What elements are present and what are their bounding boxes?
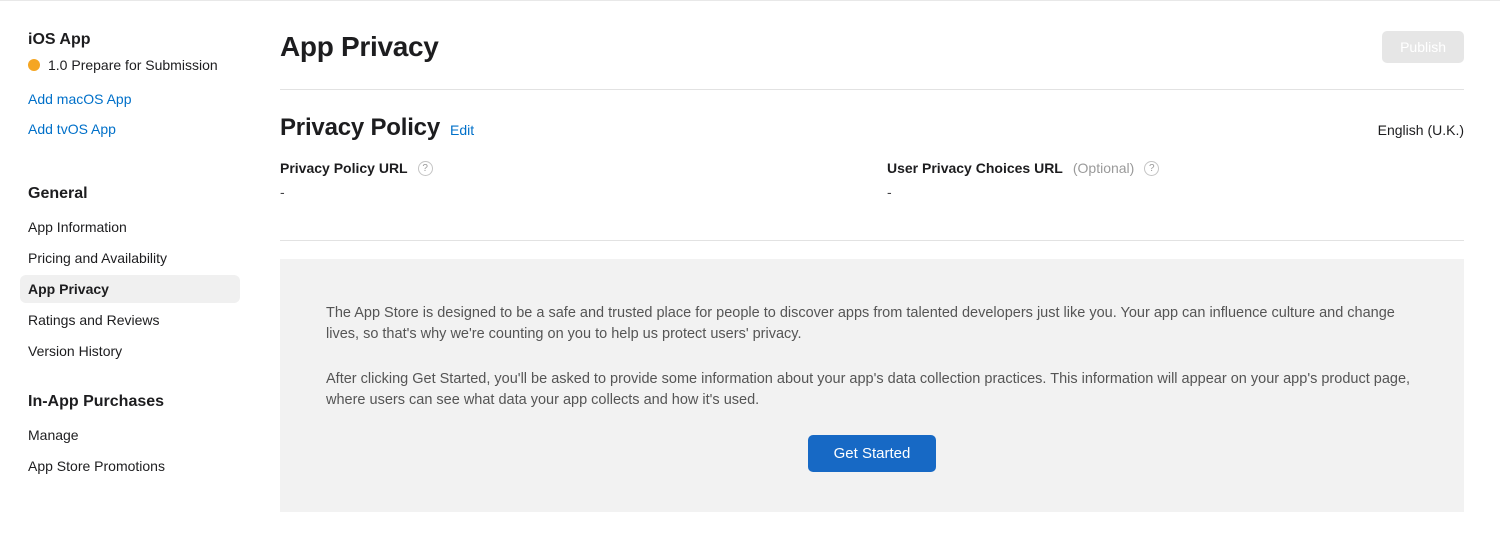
sidebar-group-general-title: General [28,185,260,203]
privacy-policy-url-field: Privacy Policy URL ? - [280,160,857,200]
get-started-button[interactable]: Get Started [808,435,937,472]
sidebar-version-status[interactable]: 1.0 Prepare for Submission [28,57,260,73]
privacy-policy-section-title: Privacy Policy [280,114,440,142]
sidebar-item-label: Pricing and Availability [28,250,167,266]
sidebar-item-label: Ratings and Reviews [28,312,160,328]
sidebar-item-label: Version History [28,343,122,359]
add-tvos-app-link[interactable]: Add tvOS App [28,121,260,137]
sidebar-group-iap-title: In-App Purchases [28,393,260,411]
privacy-choices-url-field: User Privacy Choices URL (Optional) ? - [887,160,1464,200]
sidebar-app-platform: iOS App [28,31,260,49]
sidebar-item-label: Manage [28,427,79,443]
privacy-choices-url-label: User Privacy Choices URL [887,160,1063,176]
get-started-panel: The App Store is designed to be a safe a… [280,259,1464,512]
sidebar-item-label: App Information [28,219,127,235]
privacy-policy-url-label: Privacy Policy URL [280,160,408,176]
edit-privacy-policy-link[interactable]: Edit [450,122,474,138]
sidebar: iOS App 1.0 Prepare for Submission Add m… [0,1,260,550]
locale-indicator[interactable]: English (U.K.) [1378,122,1464,138]
sidebar-group-iap: Manage App Store Promotions [20,421,260,480]
sidebar-item-promotions[interactable]: App Store Promotions [20,452,240,480]
privacy-choices-url-value: - [887,184,1464,200]
help-icon[interactable]: ? [418,161,433,176]
sidebar-item-ratings[interactable]: Ratings and Reviews [20,306,240,334]
main-content: App Privacy Publish Privacy Policy Edit … [260,1,1500,550]
divider [280,240,1464,241]
sidebar-item-version-history[interactable]: Version History [20,337,240,365]
status-dot-icon [28,59,40,71]
publish-button[interactable]: Publish [1382,31,1464,63]
sidebar-group-general: App Information Pricing and Availability… [20,213,260,365]
add-macos-app-link[interactable]: Add macOS App [28,91,260,107]
help-icon[interactable]: ? [1144,161,1159,176]
sidebar-item-app-privacy[interactable]: App Privacy [20,275,240,303]
sidebar-item-label: App Store Promotions [28,458,165,474]
status-text: 1.0 Prepare for Submission [48,57,218,73]
sidebar-item-manage[interactable]: Manage [20,421,240,449]
info-paragraph-1: The App Store is designed to be a safe a… [326,303,1418,345]
privacy-policy-url-value: - [280,184,857,200]
sidebar-item-app-information[interactable]: App Information [20,213,240,241]
info-paragraph-2: After clicking Get Started, you'll be as… [326,369,1418,411]
page-title: App Privacy [280,31,439,63]
divider [280,89,1464,90]
sidebar-item-label: App Privacy [28,281,109,297]
optional-hint: (Optional) [1073,160,1134,176]
sidebar-item-pricing[interactable]: Pricing and Availability [20,244,240,272]
